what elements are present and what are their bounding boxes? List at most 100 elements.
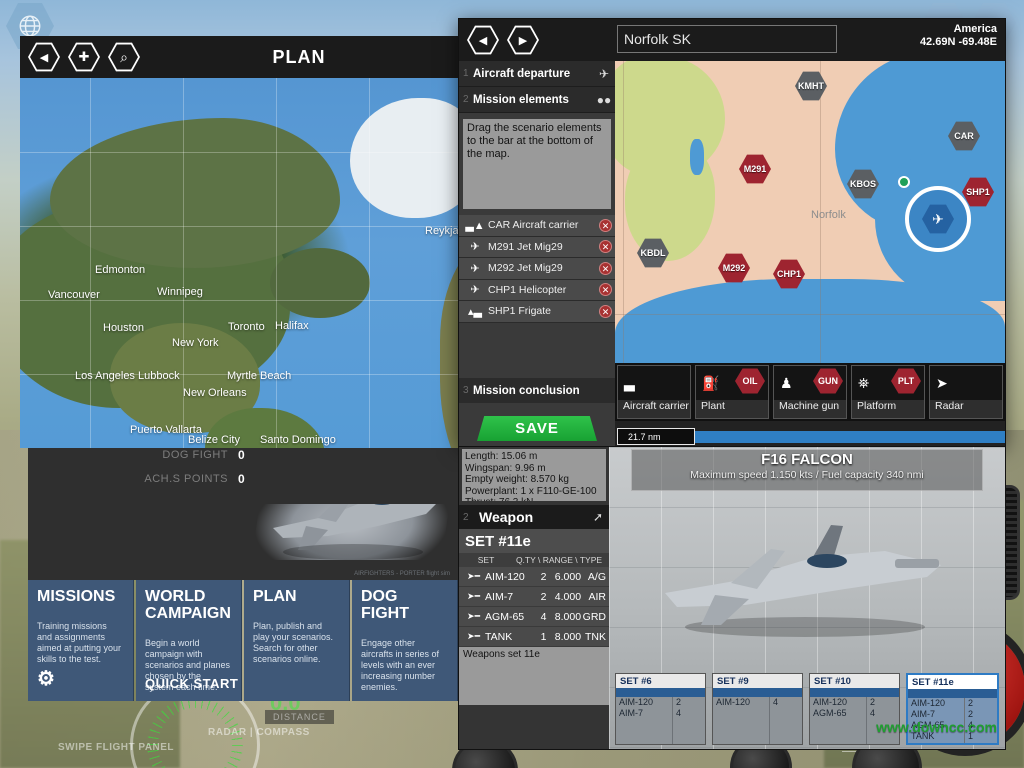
col-set: SET: [463, 555, 509, 565]
weapon-row[interactable]: ➤━AIM-12026.000A/G: [459, 567, 609, 587]
step-aircraft-departure[interactable]: 1 Aircraft departure ✈: [459, 61, 615, 87]
palette-item-radar[interactable]: ➤Radar: [929, 365, 1003, 419]
stat-key: ACH.S POINTS: [48, 473, 228, 485]
mission-element-row[interactable]: ✈CHP1 Helicopter✕: [459, 280, 615, 302]
map-progress-strip: [695, 431, 1005, 443]
weapon-type: A/G: [581, 571, 606, 583]
weapon-name: AIM-120: [485, 571, 531, 583]
step-label: Mission elements: [473, 94, 593, 106]
map-city-label: Vancouver: [48, 289, 100, 301]
mission-element-row[interactable]: ✈M291 Jet Mig29✕: [459, 237, 615, 259]
weapon-row[interactable]: ➤━TANK18.000TNK: [459, 627, 609, 647]
menu-card-description: Training missions and assignments aimed …: [37, 621, 124, 665]
menu-card-dog-fight[interactable]: DOG FIGHTEngage other aircrafts in serie…: [352, 580, 458, 701]
stat-row: DOG FIGHT0: [48, 448, 278, 462]
set-item-name: AIM-120: [810, 697, 866, 708]
player-position-marker[interactable]: ✈: [905, 186, 971, 252]
editor-sidebar: 1 Aircraft departure ✈ 2 Mission element…: [459, 61, 615, 447]
remove-element-button[interactable]: ✕: [599, 305, 612, 318]
set-card-bar: [713, 688, 802, 697]
back-icon: ◀: [469, 27, 497, 53]
missile-icon: ➤━: [462, 591, 485, 602]
weapon-qty: 1: [531, 631, 546, 643]
stat-key: DOG FIGHT: [48, 449, 228, 461]
tactical-map-container: Norfolk KMHTCARKBOSSHP1M291KBDLM292CHP1 …: [615, 61, 1005, 447]
palette-label: Machine gun: [774, 400, 846, 418]
weapon-row[interactable]: ➤━AIM-724.000AIR: [459, 587, 609, 607]
element-palette: ▃Aircraft carrier⛽OILPlant♟GUNMachine gu…: [615, 363, 1005, 421]
gear-icon[interactable]: ⚙: [37, 666, 55, 691]
set-item-name: AIM-120: [713, 697, 769, 708]
map-marker-kmht[interactable]: KMHT: [795, 71, 827, 101]
editor-play-button[interactable]: ▶: [507, 25, 539, 55]
weapon-name: AIM-7: [485, 591, 531, 603]
mission-element-row[interactable]: ▃▲CAR Aircraft carrier✕: [459, 215, 615, 237]
map-city-label: Houston: [103, 322, 144, 334]
menu-card-world-campaign[interactable]: WORLD CAMPAIGNBegin a world campaign wit…: [136, 580, 242, 701]
step-mission-conclusion[interactable]: 3 Mission conclusion: [459, 378, 615, 403]
waypoint-dot[interactable]: [898, 176, 910, 188]
weapon-set-card[interactable]: SET #9AIM-1204: [712, 673, 803, 745]
location-input[interactable]: Norfolk SK: [617, 25, 837, 53]
step-label: Aircraft departure: [473, 68, 593, 80]
weapon-set-card[interactable]: SET #6AIM-120AIM-724: [615, 673, 706, 745]
distance-label: DISTANCE: [265, 710, 334, 724]
set-card-title: SET #11e: [908, 675, 997, 689]
map-city-label: New Orleans: [183, 387, 247, 399]
menu-card-cta[interactable]: QUICK START: [145, 676, 238, 691]
palette-item-machine-gun[interactable]: ♟GUNMachine gun: [773, 365, 847, 419]
step-mission-elements[interactable]: 2 Mission elements ●●: [459, 87, 615, 113]
palette-label: Radar: [930, 400, 1002, 418]
region-name: America: [920, 23, 997, 36]
menu-card-missions[interactable]: MISSIONS Training missions and assignment…: [28, 580, 134, 701]
carrier-icon: ▃▲: [462, 219, 488, 232]
play-icon: ▶: [509, 27, 537, 53]
tactical-map[interactable]: Norfolk KMHTCARKBOSSHP1M291KBDLM292CHP1 …: [615, 61, 1005, 379]
remove-element-button[interactable]: ✕: [599, 219, 612, 232]
map-city-label: Halifax: [275, 320, 309, 332]
stat-value: 0: [228, 448, 278, 462]
remove-element-button[interactable]: ✕: [599, 262, 612, 275]
menu-card-description: Plan, publish and play your scenarios. S…: [253, 621, 340, 665]
map-city-label: Lubbock: [138, 370, 180, 382]
mission-element-row[interactable]: ✈M292 Jet Mig29✕: [459, 258, 615, 280]
map-city-label: Edmonton: [95, 264, 145, 276]
set-item-qty: 4: [867, 708, 899, 719]
menu-card-title: WORLD CAMPAIGN: [145, 588, 232, 622]
set-item-name: AIM-120: [908, 698, 964, 709]
weapon-type: TNK: [581, 631, 606, 643]
scenario-editor-panel: ◀ ▶ Norfolk SK America 42.69N -69.48E 1 …: [458, 18, 1006, 446]
col-qty-range-type: Q.TY \ RANGE \ TYPE: [513, 555, 605, 565]
jet-icon: ✈: [462, 262, 488, 275]
set-item-name: AIM-7: [616, 708, 672, 719]
remove-element-button[interactable]: ✕: [599, 240, 612, 253]
weapon-sidebar: Length: 15.06 m Wingspan: 9.96 m Empty w…: [459, 447, 609, 749]
editor-back-button[interactable]: ◀: [467, 25, 499, 55]
weapon-row[interactable]: ➤━AGM-6548.000GRD: [459, 607, 609, 627]
palette-item-platform[interactable]: ⛯PLTPlatform: [851, 365, 925, 419]
set-item-qty: 2: [673, 697, 705, 708]
set-card-title: SET #9: [713, 674, 802, 688]
weapon-range: 6.000: [546, 571, 581, 583]
weapon-type: AIR: [581, 591, 606, 603]
mission-element-list: ▃▲CAR Aircraft carrier✕✈M291 Jet Mig29✕✈…: [459, 215, 615, 323]
aircraft-performance: Maximum speed 1.150 kts / Fuel capacity …: [609, 469, 1005, 481]
weapon-note: Weapons set 11e: [459, 647, 609, 705]
menu-card-plan[interactable]: PLANPlan, publish and play your scenario…: [244, 580, 350, 701]
save-button[interactable]: SAVE: [477, 416, 597, 441]
mission-element-label: CAR Aircraft carrier: [488, 219, 599, 231]
weapon-table-header: SET Q.TY \ RANGE \ TYPE: [459, 553, 609, 567]
palette-item-aircraft-carrier[interactable]: ▃Aircraft carrier: [617, 365, 691, 419]
palette-item-plant[interactable]: ⛽OILPlant: [695, 365, 769, 419]
mission-element-row[interactable]: ▴▃SHP1 Frigate✕: [459, 301, 615, 323]
menu-card-title: MISSIONS: [37, 588, 124, 605]
map-marker-m291[interactable]: M291: [739, 154, 771, 184]
weapon-range: 8.000: [546, 611, 581, 623]
weapon-qty: 4: [531, 611, 546, 623]
remove-element-button[interactable]: ✕: [599, 283, 612, 296]
step-number: 3: [463, 385, 473, 396]
map-marker-m292[interactable]: M292: [718, 253, 750, 283]
set-item-name: AGM-65: [810, 708, 866, 719]
swipe-flight-panel-label[interactable]: SWIPE FLIGHT PANEL: [58, 742, 174, 753]
map-city-label: Winnipeg: [157, 286, 203, 298]
